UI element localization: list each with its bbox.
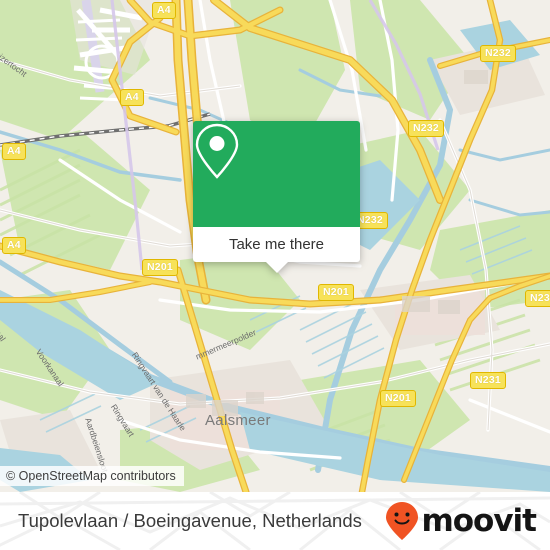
city-label: Aalsmeer (205, 412, 271, 429)
road-shield: N201 (318, 284, 354, 301)
moovit-logo[interactable]: moovit (385, 501, 537, 541)
footer-bar: Tupolevlaan / Boeingavenue, Netherlands … (0, 492, 550, 550)
road-shield: N232 (408, 120, 444, 137)
moovit-map-screen: A4 A4 A4 A4 N232 N232 N232 N201 N201 N23 N201 N231 … (0, 0, 550, 550)
road-shield: N232 (480, 45, 516, 62)
road-shield: N231 (470, 372, 506, 389)
road-shield: N201 (142, 259, 178, 276)
popup-header (193, 121, 360, 227)
road-shield: A4 (2, 143, 26, 160)
take-me-there-button[interactable]: Take me there (193, 227, 360, 262)
attribution-text: © OpenStreetMap contributors (6, 469, 176, 483)
road-shield: A4 (2, 237, 26, 254)
moovit-pin-icon (386, 502, 419, 540)
take-me-there-label: Take me there (228, 236, 325, 253)
map-canvas[interactable]: A4 A4 A4 A4 N232 N232 N232 N201 N201 N23 N201 N231 … (0, 0, 550, 492)
road-shield: A4 (120, 89, 144, 106)
road-shield: N23 (525, 290, 550, 307)
moovit-wordmark: moovit (421, 502, 537, 539)
location-popup-card[interactable]: Take me there (193, 121, 360, 273)
location-title: Tupolevlaan / Boeingavenue, Netherlands (18, 510, 362, 531)
road-shield: N201 (380, 390, 416, 407)
map-pin-icon (195, 123, 239, 179)
popup-pointer-tail (265, 262, 288, 273)
map-attribution[interactable]: © OpenStreetMap contributors (0, 466, 184, 486)
road-shield: A4 (152, 2, 176, 19)
